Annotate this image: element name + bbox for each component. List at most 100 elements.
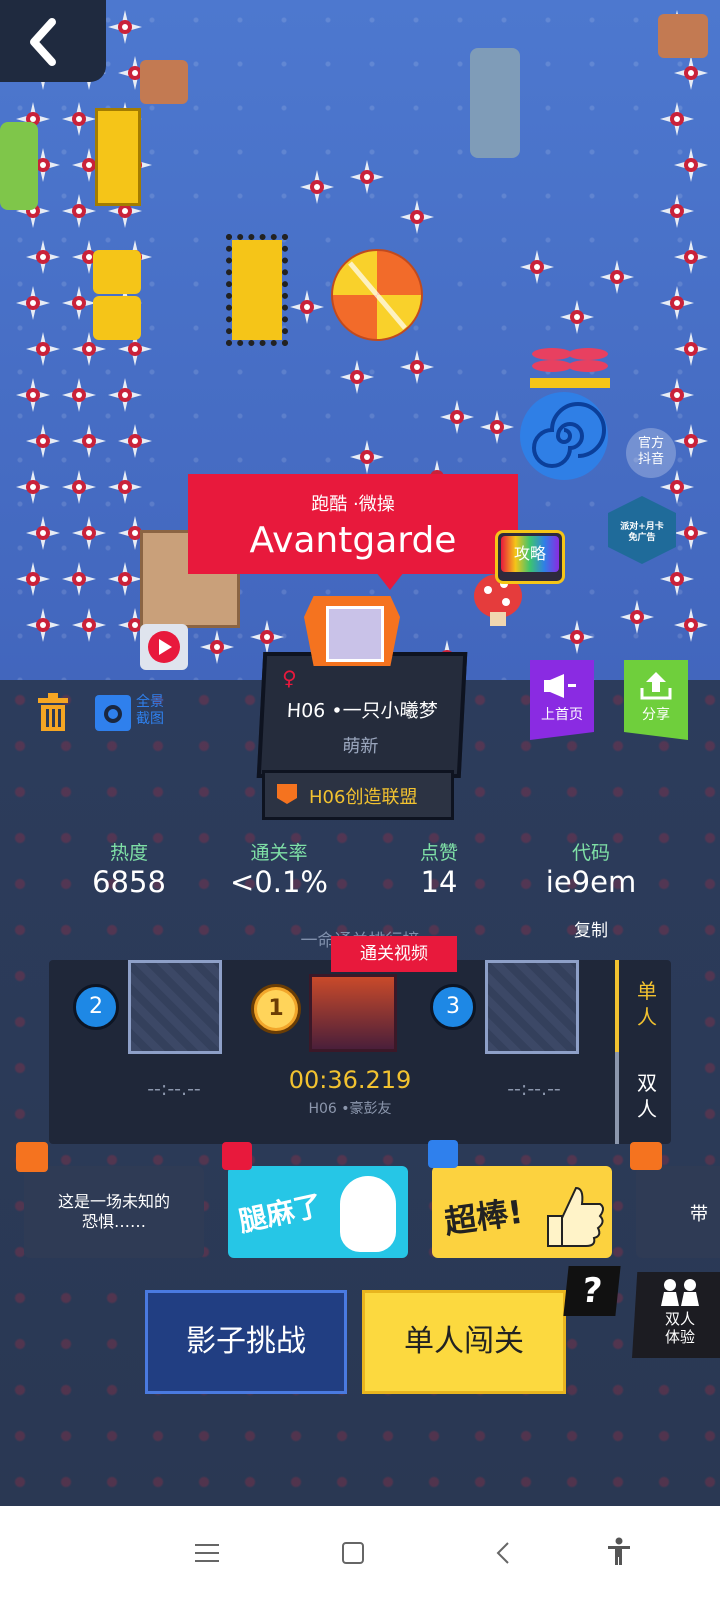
- spike-icon: [674, 56, 708, 90]
- single-play-button[interactable]: 单人闯关: [362, 1290, 566, 1394]
- clear-video-button[interactable]: 通关视频: [331, 936, 457, 972]
- spike-icon: [674, 516, 708, 550]
- rank-1-number: 1: [257, 990, 295, 1028]
- menu-icon[interactable]: [192, 1538, 222, 1568]
- spike-icon: [26, 240, 60, 274]
- stat-likes-value: 14: [420, 865, 458, 899]
- two-people-icon: [661, 1279, 699, 1306]
- share-button[interactable]: 分享: [624, 660, 688, 740]
- rabbit-icon: [340, 1176, 396, 1252]
- guild-tag[interactable]: H06创造联盟: [262, 770, 454, 820]
- spike-icon: [440, 400, 474, 434]
- beach-ball-icon: [330, 248, 424, 342]
- spike-icon: [560, 300, 594, 334]
- duo-experience-button[interactable]: 双人 体验: [632, 1272, 720, 1358]
- share-label: 分享: [642, 707, 670, 723]
- stat-heat: 热度 6858: [54, 838, 204, 899]
- stat-code-value: ie9em: [545, 865, 637, 899]
- strategy-badge[interactable]: 攻略: [495, 530, 565, 584]
- rank-1-time: 00:36.219: [288, 1066, 412, 1094]
- rank-2-badge: 2: [73, 984, 119, 1030]
- strategy-label: 攻略: [501, 536, 559, 572]
- spike-icon: [350, 440, 384, 474]
- spike-icon: [62, 194, 96, 228]
- spike-icon: [72, 516, 106, 550]
- spike-icon: [16, 470, 50, 504]
- stat-likes-label: 点赞: [419, 842, 458, 864]
- spike-icon: [26, 608, 60, 642]
- promo-badge[interactable]: 派对+月卡 免广告: [608, 496, 676, 564]
- rank-3-slot[interactable]: [485, 960, 579, 1054]
- comment-text: 这是一场未知的 恐惧……: [57, 1192, 170, 1231]
- duo-label: 双人 体验: [664, 1310, 695, 1346]
- accessibility-icon[interactable]: [604, 1536, 634, 1566]
- author-name: H06 •一只小曦梦: [286, 700, 439, 722]
- commenter-avatar: [630, 1142, 662, 1170]
- green-block: [0, 122, 38, 210]
- spike-icon: [72, 424, 106, 458]
- spike-icon: [560, 620, 594, 654]
- spike-icon: [200, 630, 234, 664]
- tab-single[interactable]: 单 人: [615, 960, 675, 1052]
- sticker-tile[interactable]: 腿麻了: [228, 1166, 408, 1258]
- shadow-challenge-button[interactable]: 影子挑战: [145, 1290, 347, 1394]
- trash-icon: [38, 693, 68, 731]
- spike-icon: [108, 562, 142, 596]
- official-douyin-label: 官方 抖音: [637, 436, 664, 467]
- sticker-tile[interactable]: 超棒!: [432, 1166, 612, 1258]
- yellow-block: [93, 250, 141, 294]
- spring-platform: [530, 340, 610, 390]
- spike-icon: [660, 286, 694, 320]
- author-card[interactable]: ♀ H06 •一只小曦梦 萌新: [256, 652, 468, 778]
- author-avatar[interactable]: [304, 596, 400, 666]
- spike-icon: [674, 424, 708, 458]
- spike-icon: [674, 240, 708, 274]
- panorama-screenshot-button[interactable]: 全景 截图: [94, 692, 174, 736]
- copy-code-button[interactable]: 复制: [566, 916, 616, 941]
- rank-1-avatar[interactable]: [309, 974, 397, 1052]
- help-button[interactable]: ?: [563, 1266, 621, 1316]
- stone-pillar: [470, 48, 520, 158]
- spike-icon: [108, 470, 142, 504]
- spike-icon: [400, 200, 434, 234]
- rank-3-badge: 3: [430, 984, 476, 1030]
- stat-heat-value: 6858: [92, 865, 166, 899]
- official-douyin-button[interactable]: 官方 抖音: [626, 428, 676, 478]
- commenter-avatar: [222, 1142, 252, 1170]
- comment-tile[interactable]: 带: [636, 1166, 720, 1258]
- back-nav-icon[interactable]: [488, 1538, 518, 1568]
- spike-icon: [118, 424, 152, 458]
- avatar: [326, 606, 384, 662]
- author-rank: 萌新: [341, 736, 379, 757]
- guild-badge-icon: [277, 784, 297, 804]
- banner-pointer: [376, 572, 404, 590]
- spike-icon: [16, 378, 50, 412]
- spike-icon: [62, 102, 96, 136]
- spike-icon: [350, 160, 384, 194]
- spike-icon: [520, 250, 554, 284]
- rank-1-player: H06 •豪彭友: [308, 1101, 392, 1117]
- stat-heat-label: 热度: [109, 842, 148, 864]
- spike-icon: [674, 332, 708, 366]
- tab-double[interactable]: 双 人: [615, 1052, 675, 1144]
- spike-icon: [16, 286, 50, 320]
- spike-icon: [72, 608, 106, 642]
- back-button[interactable]: [0, 0, 106, 82]
- delete-button[interactable]: [34, 692, 72, 732]
- leaderboard-card: 2 --:--.-- 1 通关视频 00:36.219 H06 •豪彭友 3 -…: [49, 936, 671, 1144]
- rank-2-slot[interactable]: [128, 960, 222, 1054]
- spike-icon: [600, 260, 634, 294]
- spike-icon: [16, 562, 50, 596]
- play-tile-icon: [140, 624, 188, 670]
- comment-tile[interactable]: 这是一场未知的 恐惧……: [24, 1166, 204, 1258]
- brown-block: [658, 14, 708, 58]
- home-icon[interactable]: [338, 1538, 368, 1568]
- stat-clear-rate: 通关率 <0.1%: [204, 838, 354, 899]
- thorn-block: [226, 234, 288, 346]
- level-title-banner: 跑酷 ·微操 Avantgarde: [188, 474, 518, 574]
- commenter-avatar: [16, 1142, 48, 1172]
- level-name: Avantgarde: [249, 520, 457, 561]
- comment-text: 带: [690, 1204, 708, 1225]
- thumbs-up-icon: [547, 1186, 604, 1247]
- homepage-button[interactable]: 上首页: [530, 660, 594, 740]
